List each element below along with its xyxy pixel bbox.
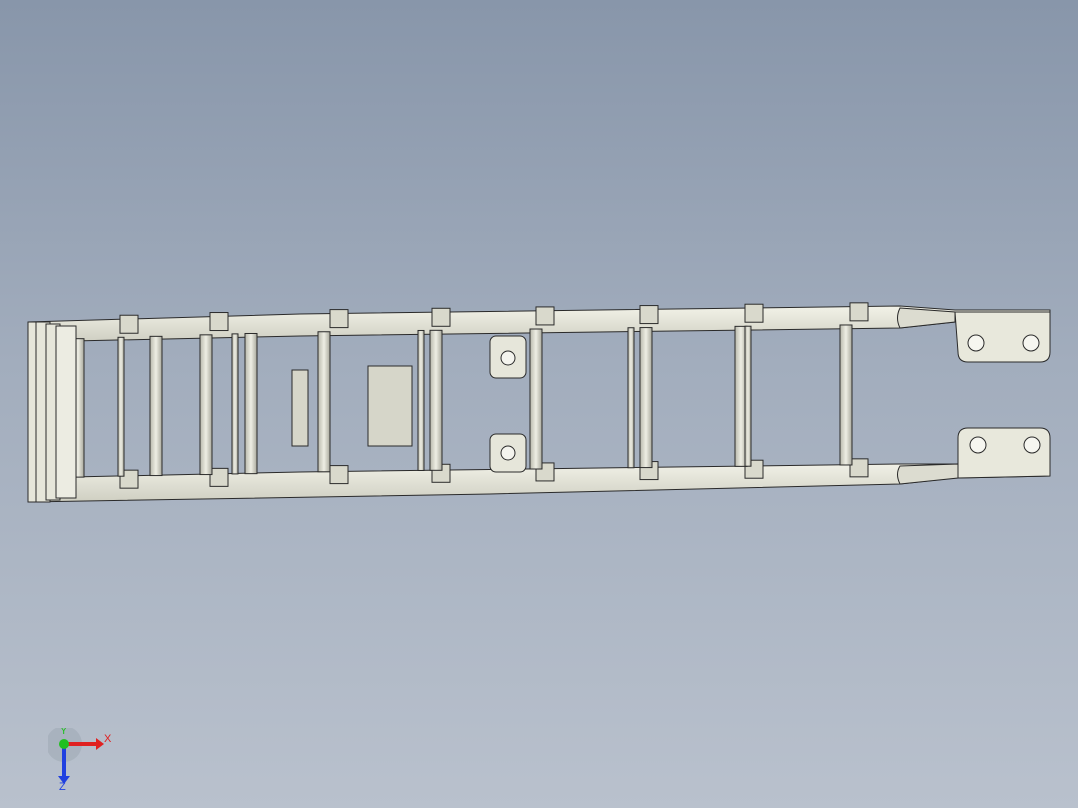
y-axis-dot — [59, 739, 69, 749]
mid-mounting-bracket — [489, 335, 527, 473]
x-axis-arrowhead — [96, 738, 104, 750]
y-axis-label: Y — [60, 728, 68, 737]
top-notch — [744, 303, 764, 323]
small-floor-plate — [291, 369, 309, 447]
z-axis-label: Z — [59, 781, 66, 792]
crossbar — [639, 327, 653, 469]
right-mounting-bracket-bottom — [897, 427, 1051, 485]
graphics-viewport[interactable]: X Y Z — [0, 0, 1078, 808]
crossbar — [244, 332, 258, 475]
crossbar — [744, 325, 752, 467]
crossbar — [117, 336, 125, 477]
crossbar — [417, 329, 425, 471]
orientation-triad[interactable]: X Y Z — [48, 728, 120, 792]
crossbar — [317, 331, 331, 473]
x-axis-label: X — [104, 733, 112, 745]
crossbar — [149, 335, 163, 477]
top-notch — [535, 306, 555, 326]
bottom-notch — [849, 458, 869, 478]
top-notch — [329, 309, 349, 329]
cable-drag-chain-model[interactable] — [0, 0, 1078, 808]
bottom-notch — [329, 465, 349, 485]
right-mounting-bracket-top — [897, 307, 1051, 363]
top-notch — [119, 314, 139, 334]
crossbar — [429, 329, 443, 471]
crossbar — [839, 324, 853, 466]
top-notch — [639, 305, 659, 325]
bottom-notch — [209, 467, 229, 487]
left-end-links — [27, 321, 77, 503]
crossbar — [231, 333, 239, 475]
top-notch — [849, 302, 869, 322]
crossbar-group — [71, 324, 853, 478]
top-notch — [209, 312, 229, 332]
crossbar — [627, 327, 635, 469]
crossbar — [199, 334, 213, 476]
crossbar — [529, 328, 543, 470]
floor-plate — [367, 365, 413, 447]
top-notch — [431, 307, 451, 327]
